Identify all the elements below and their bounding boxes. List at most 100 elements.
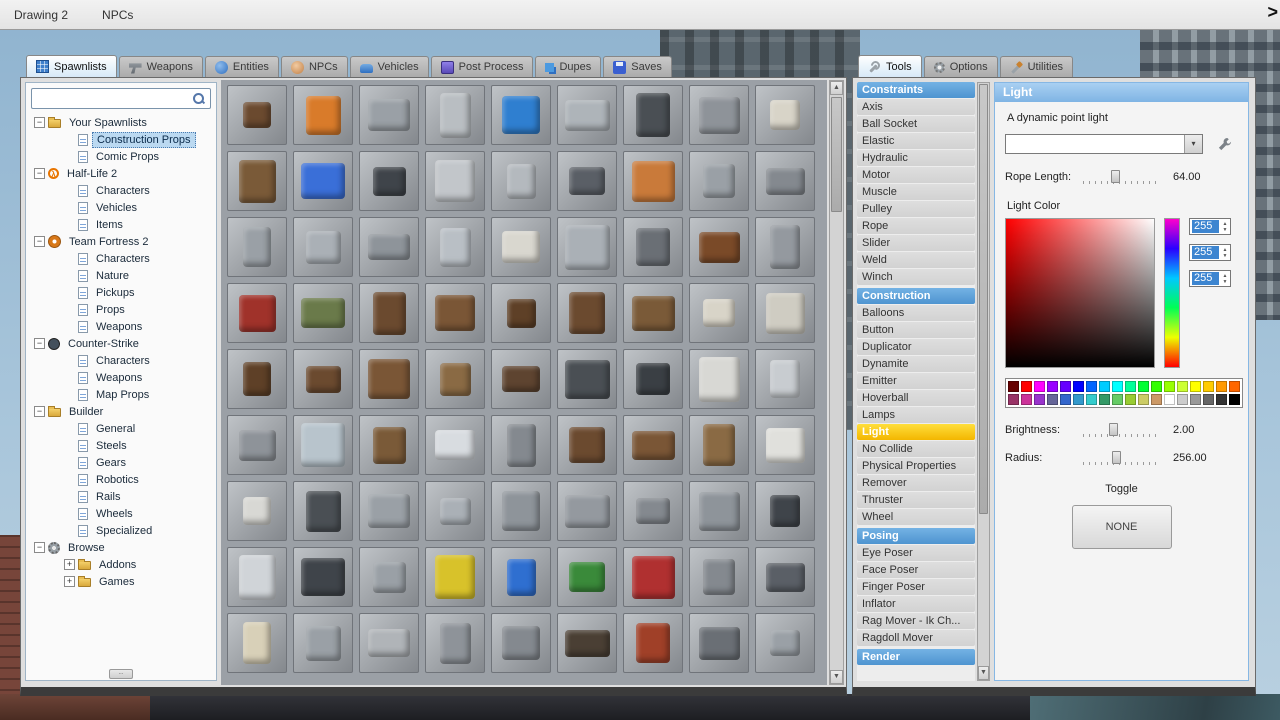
prop-icon[interactable] [227,283,287,343]
prop-icon[interactable] [425,349,485,409]
prop-icon[interactable] [425,613,485,673]
tool-item-pulley[interactable]: Pulley [857,201,975,217]
prop-icon[interactable] [227,349,287,409]
prop-icon[interactable] [557,547,617,607]
rope-length-slider[interactable] [1083,170,1159,184]
color-swatch[interactable] [1177,394,1188,405]
prop-icon[interactable] [755,547,815,607]
tree-item-steels[interactable]: Steels [28,437,214,454]
scrollbar-thumb[interactable] [979,84,988,514]
collapse-icon[interactable]: − [34,338,45,349]
prop-icon[interactable] [755,481,815,541]
tool-item-lamps[interactable]: Lamps [857,407,975,423]
prop-icon[interactable] [755,217,815,277]
tab-entities[interactable]: Entities [204,56,279,77]
tool-list-scrollbar[interactable] [977,82,990,681]
prop-icon[interactable] [491,481,551,541]
tree-item-items[interactable]: Items [28,216,214,233]
expand-icon[interactable]: + [64,559,75,570]
color-swatch[interactable] [1099,394,1110,405]
toggle-key-button[interactable]: NONE [1071,505,1172,549]
tree-item-vehicles[interactable]: Vehicles [28,199,214,216]
tree-item-games[interactable]: + Games [28,573,214,590]
tool-item-rag-mover-ik-ch[interactable]: Rag Mover - Ik Ch... [857,613,975,629]
color-swatch[interactable] [1151,381,1162,392]
prop-icon[interactable] [755,349,815,409]
tool-item-face-poser[interactable]: Face Poser [857,562,975,578]
collapse-icon[interactable]: − [34,542,45,553]
color-swatch[interactable] [1034,394,1045,405]
prop-icon[interactable] [755,151,815,211]
color-swatch[interactable] [1086,381,1097,392]
color-swatch[interactable] [1008,381,1019,392]
tab-vehicles[interactable]: Vehicles [349,56,429,77]
collapse-icon[interactable]: − [34,168,45,179]
prop-icon[interactable] [557,415,617,475]
tab-weapons[interactable]: Weapons [118,56,203,77]
prop-icon[interactable] [227,85,287,145]
collapse-icon[interactable]: − [34,236,45,247]
prop-icon[interactable] [623,85,683,145]
prop-icon[interactable] [491,349,551,409]
color-swatch[interactable] [1190,381,1201,392]
prop-icon[interactable] [227,217,287,277]
color-swatch[interactable] [1060,381,1071,392]
slider-knob[interactable] [1109,423,1119,436]
menu-item-drawing[interactable]: Drawing 2 [14,8,68,22]
prop-icon[interactable] [425,217,485,277]
tree-collapse-button[interactable]: ... [109,669,133,679]
search-input[interactable] [32,90,192,107]
menu-item-npcs[interactable]: NPCs [102,8,133,22]
green-input[interactable]: 255 [1189,244,1231,261]
tree-item-browse[interactable]: − Browse [28,539,214,556]
color-swatch[interactable] [1047,394,1058,405]
tree-item-team-fortress-2[interactable]: − Team Fortress 2 [28,233,214,250]
tool-item-wheel[interactable]: Wheel [857,509,975,525]
slider-knob[interactable] [1110,170,1120,183]
tool-item-button[interactable]: Button [857,322,975,338]
prop-icon[interactable] [293,151,353,211]
tool-item-thruster[interactable]: Thruster [857,492,975,508]
prop-icon[interactable] [557,481,617,541]
tool-item-hoverball[interactable]: Hoverball [857,390,975,406]
prop-icon[interactable] [689,151,749,211]
prop-icon[interactable] [359,151,419,211]
prop-icon[interactable] [359,481,419,541]
color-swatch[interactable] [1112,394,1123,405]
tree-item-rails[interactable]: Rails [28,488,214,505]
color-swatch[interactable] [1073,394,1084,405]
prop-icon[interactable] [623,613,683,673]
tool-item-winch[interactable]: Winch [857,269,975,285]
color-swatch[interactable] [1125,381,1136,392]
prop-icon[interactable] [293,613,353,673]
color-swatch[interactable] [1190,394,1201,405]
prop-icon[interactable] [359,283,419,343]
prop-icon[interactable] [227,547,287,607]
hue-bar[interactable] [1164,218,1180,368]
red-input[interactable]: 255 [1189,218,1231,235]
color-swatch[interactable] [1086,394,1097,405]
tool-item-ball-socket[interactable]: Ball Socket [857,116,975,132]
prop-icon[interactable] [557,151,617,211]
prop-icon[interactable] [623,481,683,541]
preset-combobox[interactable] [1005,134,1203,154]
tab-dupes[interactable]: Dupes [535,56,602,77]
tree-item-half-life-2[interactable]: − Half-Life 2 [28,165,214,182]
prop-icon[interactable] [491,283,551,343]
prop-icon[interactable] [491,547,551,607]
tool-item-dynamite[interactable]: Dynamite [857,356,975,372]
color-swatch[interactable] [1216,381,1227,392]
prop-icon[interactable] [689,85,749,145]
prop-icon[interactable] [425,415,485,475]
tree-item-weapons[interactable]: Weapons [28,369,214,386]
color-swatch[interactable] [1177,381,1188,392]
prop-icon[interactable] [359,85,419,145]
prop-icon[interactable] [689,613,749,673]
color-swatch[interactable] [1008,394,1019,405]
saturation-square[interactable] [1005,218,1155,368]
prop-icon[interactable] [623,151,683,211]
grid-scrollbar[interactable] [829,80,844,685]
prop-icon[interactable] [491,85,551,145]
prop-icon[interactable] [557,283,617,343]
color-swatch[interactable] [1047,381,1058,392]
